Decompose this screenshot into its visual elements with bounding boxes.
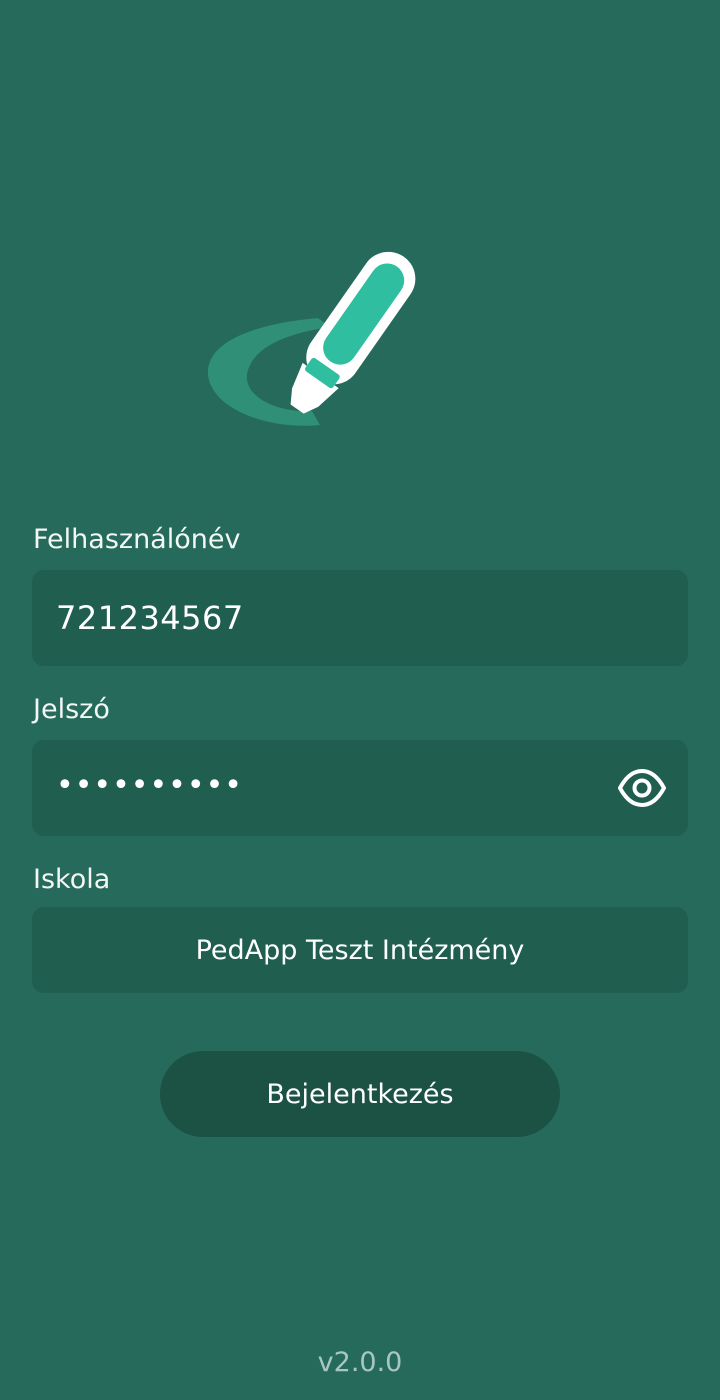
password-value: •••••••••• (56, 768, 243, 803)
marker-pen-icon (207, 251, 416, 426)
password-input[interactable]: •••••••••• (32, 740, 688, 836)
eye-icon (618, 769, 666, 807)
school-select[interactable]: PedApp Teszt Intézmény (32, 907, 688, 993)
username-label: Felhasználónév (33, 524, 241, 555)
username-input[interactable]: 721234567 (32, 570, 688, 666)
username-value: 721234567 (56, 599, 244, 637)
password-label: Jelszó (33, 694, 110, 725)
login-button-label: Bejelentkezés (266, 1078, 454, 1110)
app-logo (200, 235, 450, 435)
school-value: PedApp Teszt Intézmény (195, 934, 525, 966)
login-button[interactable]: Bejelentkezés (160, 1051, 560, 1137)
school-label: Iskola (33, 864, 111, 895)
show-password-button[interactable] (616, 764, 668, 812)
app-version: v2.0.0 (317, 1347, 403, 1378)
